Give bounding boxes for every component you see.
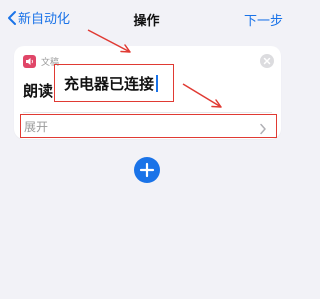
remove-action-button[interactable] <box>260 54 274 68</box>
action-row: 朗读 <box>23 78 53 102</box>
annotation-arrows <box>87 29 222 108</box>
add-action-button[interactable] <box>134 157 160 183</box>
speaker-icon <box>23 54 36 68</box>
expand-row[interactable]: 展开 <box>20 114 277 138</box>
speak-text-value: 充电器已连接 <box>64 74 155 93</box>
close-icon <box>260 54 274 68</box>
plus-icon <box>134 157 160 183</box>
speak-text-field[interactable]: 充电器已连接 <box>54 64 174 102</box>
navigation-bar: 新自动化 操作 下一步 <box>0 0 293 42</box>
divider <box>23 112 272 113</box>
read-text-action-card: 文稿 朗读 充电器已连接 展开 <box>14 46 281 139</box>
expand-label: 展开 <box>24 119 49 134</box>
action-verb: 朗读 <box>23 81 54 100</box>
next-button[interactable]: 下一步 <box>244 10 283 29</box>
chevron-right-icon <box>259 120 267 139</box>
text-cursor <box>156 74 158 92</box>
